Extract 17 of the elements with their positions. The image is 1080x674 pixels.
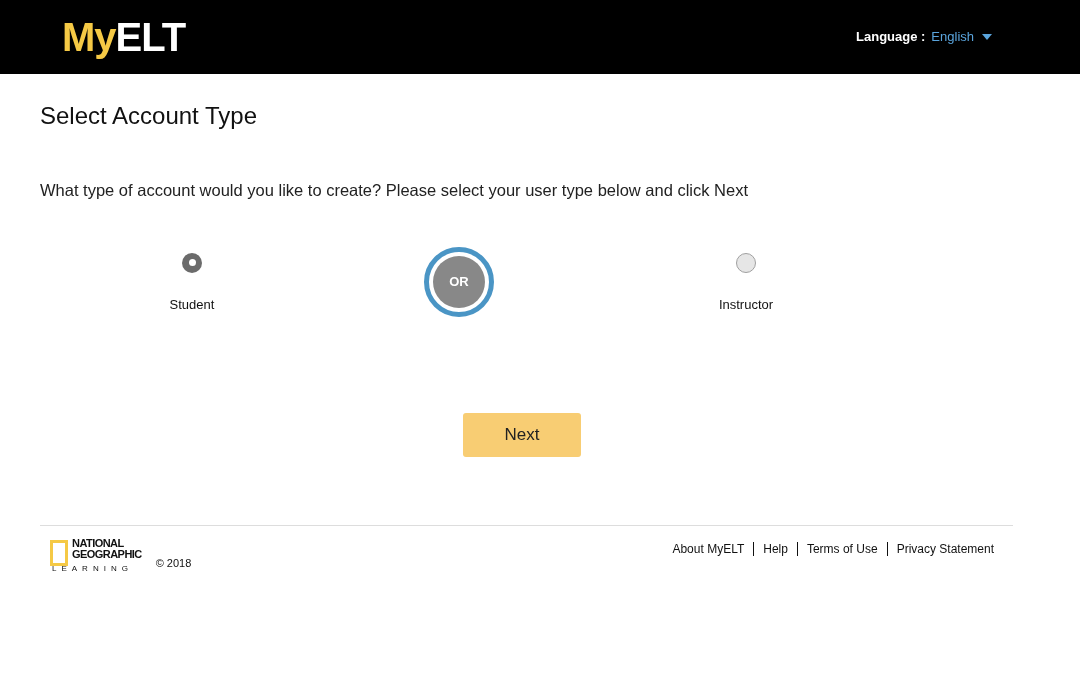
- caret-icon: [982, 34, 992, 40]
- option-label: Instructor: [718, 295, 774, 314]
- prompt-text: What type of account would you like to create? Please select your user type below and click Next: [40, 180, 750, 201]
- language-dropdown[interactable]: English: [931, 27, 992, 47]
- footer-link[interactable]: Help: [753, 541, 797, 556]
- radio-button[interactable]: [182, 252, 202, 273]
- logo[interactable]: MyELT: [62, 17, 186, 57]
- brand-logo: NATIONAL GEOGRAPHIC LEARNING: [50, 537, 142, 574]
- option-label: Student: [169, 295, 215, 314]
- footer-link[interactable]: About MyELT: [663, 541, 754, 556]
- footer-link[interactable]: Terms of Use: [796, 541, 887, 556]
- copyright-text: © 2018: [155, 556, 192, 572]
- language-label: Language :: [856, 28, 926, 47]
- next-button[interactable]: Next: [463, 412, 581, 457]
- page-title: Select Account Type: [40, 101, 259, 131]
- radio-button[interactable]: [736, 252, 756, 273]
- footer-link[interactable]: Privacy Statement: [886, 541, 1003, 556]
